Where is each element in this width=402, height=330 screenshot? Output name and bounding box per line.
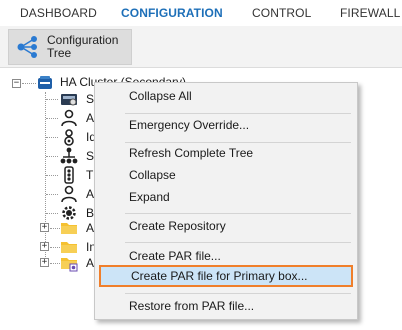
context-menu: Collapse All Emergency Override... Refre… [94,82,358,320]
tree-connector [46,175,58,176]
folder-expand-toggle[interactable]: + [40,242,49,251]
folder-expand-toggle[interactable]: + [40,223,49,232]
tree-connector [46,213,58,214]
folder-icon [61,223,77,234]
user-icon [61,185,77,203]
tab-configuration[interactable]: CONFIGURATION [121,6,223,20]
tree-item-label[interactable]: S [86,149,94,163]
tree-connector [50,263,60,264]
identity-gear-icon [64,129,74,146]
tab-dashboard[interactable]: DASHBOARD [20,6,97,20]
tree-connector [46,99,58,100]
menu-item-refresh-complete-tree[interactable]: Refresh Complete Tree [95,142,357,164]
tree-connector [46,137,58,138]
menu-item-collapse[interactable]: Collapse [95,164,357,186]
tree-item-label[interactable]: A [86,221,94,235]
network-hierarchy-icon [60,147,78,164]
menu-item-collapse-all[interactable]: Collapse All [95,85,357,107]
tree-item-label[interactable]: A [86,111,94,125]
root-collapse-toggle[interactable]: − [12,79,21,88]
menu-separator [125,293,351,294]
tree-item-label[interactable]: A [86,187,94,201]
menu-item-create-par-file-primary[interactable]: Create PAR file for Primary box... [99,265,353,287]
menu-item-emergency-override[interactable]: Emergency Override... [95,114,357,136]
menu-item-create-par-file[interactable]: Create PAR file... [95,245,357,267]
tree-item-label[interactable]: S [86,92,94,106]
tree-network-icon [17,36,37,58]
menu-separator [125,242,351,243]
tree-connector [50,247,60,248]
ribbon-toolbar: Configuration Tree [0,26,402,68]
tab-control[interactable]: CONTROL [252,6,311,20]
folder-expand-toggle[interactable]: + [40,258,49,267]
tree-connector [46,118,58,119]
tree-item-label[interactable]: T [86,168,93,182]
traffic-light-icon [64,166,74,184]
tree-connector [46,156,58,157]
configuration-tree-label: Configuration Tree [47,33,119,60]
menu-item-create-repository[interactable]: Create Repository [95,215,357,237]
tree-item-label[interactable]: A [86,256,94,270]
admin-user-icon [61,109,77,127]
settings-box-icon [61,94,77,106]
tree-connector [50,228,60,229]
top-navigation: DASHBOARD CONFIGURATION CONTROL FIREWALL [0,0,402,26]
folder-settings-icon [61,258,78,272]
server-cluster-icon [38,76,52,89]
configuration-tree-button[interactable]: Configuration Tree [8,29,132,65]
tree-connector [22,83,36,84]
menu-item-restore-from-par-file[interactable]: Restore from PAR file... [95,295,357,317]
tab-firewall[interactable]: FIREWALL [340,6,400,20]
tree-connector [46,194,58,195]
menu-item-expand[interactable]: Expand [95,186,357,208]
tree-item-label[interactable]: B [86,206,94,220]
menu-separator [125,213,351,214]
